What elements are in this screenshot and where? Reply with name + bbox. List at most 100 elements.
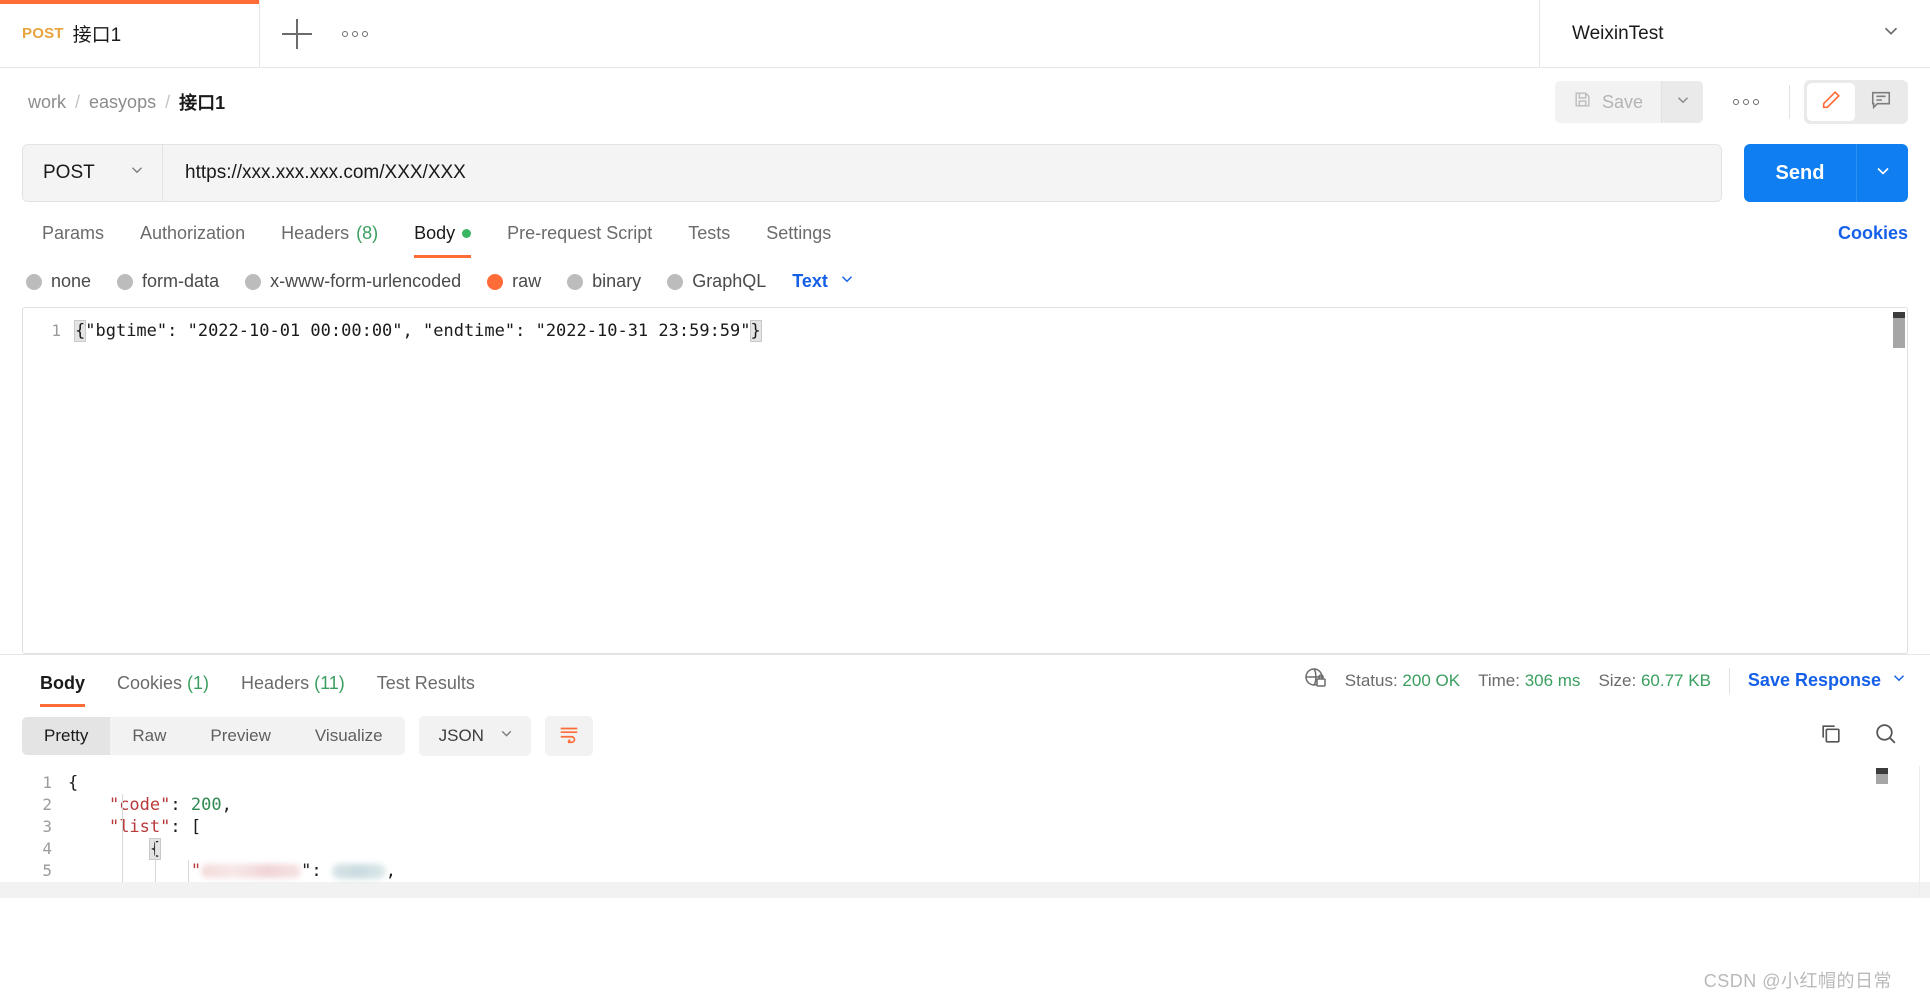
json-key: "code" [108,795,171,815]
tab-body[interactable]: Body [396,223,489,258]
tab-settings[interactable]: Settings [748,223,849,258]
body-type-label: GraphQL [692,271,767,291]
send-button[interactable]: Send [1744,144,1856,202]
globe-lock-icon[interactable] [1303,666,1327,695]
status-value: 200 OK [1402,670,1461,690]
raw-format-select[interactable]: Text [792,270,856,293]
request-tab-title: 接口1 [72,25,122,46]
view-mode-pretty[interactable]: Pretty [22,717,111,755]
breadcrumb-item-easyops[interactable]: easyops [89,92,156,113]
response-scrollbar[interactable] [1876,768,1888,896]
watermark: CSDN @小红帽的日常 [1703,971,1892,991]
divider [1728,667,1730,694]
code-text: "code": 200, [68,794,232,816]
cookies-link[interactable]: Cookies [1838,223,1908,258]
radio-icon [26,273,42,290]
response-line: 3 "list": [ [0,816,1930,838]
redacted-value [331,863,386,879]
body-type-graphql[interactable]: GraphQL [667,271,766,292]
tab-params[interactable]: Params [24,223,122,258]
http-method-select[interactable]: POST [23,145,163,201]
word-wrap-button[interactable] [544,716,593,756]
request-body-editor[interactable]: 1 {"bgtime": "2022-10-01 00:00:00", "end… [22,307,1908,654]
body-json-content: "bgtime": "2022-10-01 00:00:00", "endtim… [85,321,751,341]
scrollbar-thumb[interactable] [1876,774,1888,784]
tab-label: Settings [766,223,832,243]
highlighted-row [0,882,1930,898]
breadcrumb-item-work[interactable]: work [28,92,66,113]
save-button[interactable]: Save [1554,81,1661,123]
line-number: 3 [42,817,52,836]
search-icon[interactable] [1873,721,1898,751]
body-type-binary[interactable]: binary [567,271,641,292]
radio-icon [117,273,134,290]
json-quote: " [190,861,202,881]
json-number: 200 [190,795,222,815]
copy-icon[interactable] [1818,721,1843,751]
line-number: 1 [42,773,52,792]
response-tab-body[interactable]: Body [24,673,101,707]
response-tab-cookies[interactable]: Cookies (1) [101,673,225,707]
divider [1919,766,1920,898]
body-type-none[interactable]: none [26,271,91,292]
size-label: Size: [1598,670,1637,690]
json-colon: ": [301,861,332,881]
view-mode-raw[interactable]: Raw [110,717,188,755]
code-text: { [68,838,162,860]
response-tab-headers[interactable]: Headers (11) [225,673,361,707]
request-tabs: Params Authorization Headers (8) Body Pr… [0,210,1930,258]
save-response-button[interactable]: Save Response [1748,669,1908,692]
tab-strip-actions [260,0,1540,67]
response-format-select[interactable]: JSON [418,716,531,756]
tab-label: Params [42,223,105,243]
ellipsis-icon[interactable] [342,30,368,37]
environment-selector[interactable]: WeixinTest [1540,0,1930,67]
save-button-label: Save [1601,91,1643,112]
view-mode-group [1804,80,1908,124]
request-tab-1[interactable]: POST 接口1 [0,0,260,67]
tab-tests[interactable]: Tests [670,223,748,258]
response-tab-label: Headers [241,672,310,693]
view-mode-preview[interactable]: Preview [188,717,292,755]
save-group: Save [1554,81,1703,123]
body-type-urlencoded[interactable]: x-www-form-urlencoded [245,271,461,292]
tab-authorization[interactable]: Authorization [122,223,263,258]
chevron-down-icon [1890,669,1908,692]
body-type-row: none form-data x-www-form-urlencoded raw… [0,258,1930,307]
breadcrumb: work / easyops / 接口1 [28,89,225,115]
breadcrumb-separator: / [75,91,81,112]
code-text: { [68,773,79,793]
time-group: Time: 306 ms [1478,671,1580,691]
chevron-down-icon [1674,91,1692,114]
save-response-label: Save Response [1747,670,1881,690]
body-type-label: form-data [142,271,220,291]
response-tab-count: (11) [314,672,345,693]
tab-headers[interactable]: Headers (8) [263,223,396,258]
view-mode-visualize[interactable]: Visualize [293,717,405,755]
save-dropdown-button[interactable] [1661,81,1703,123]
time-label: Time: [1478,670,1520,690]
response-line-redacted: 5 " ": , [0,860,1930,882]
tab-pre-request-script[interactable]: Pre-request Script [489,223,670,258]
url-input[interactable] [163,145,1721,201]
response-tab-count: (1) [187,672,210,693]
response-toolbar-right [1818,721,1908,751]
comment-button[interactable] [1857,83,1905,121]
radio-icon-selected [487,273,504,290]
scrollbar-thumb[interactable] [1893,318,1905,348]
send-dropdown-button[interactable] [1856,144,1908,202]
json-comma: , [221,795,232,815]
response-tab-test-results[interactable]: Test Results [361,673,491,707]
edit-mode-button[interactable] [1807,83,1855,121]
plus-icon[interactable] [282,18,312,49]
body-type-raw[interactable]: raw [487,271,541,292]
editor-content: 1 {"bgtime": "2022-10-01 00:00:00", "end… [23,308,1907,344]
response-tabs: Body Cookies (1) Headers (11) Test Resul… [24,655,491,707]
response-body-viewer[interactable]: 1 { 2 "code": 200, 3 "list": [ 4 { 5 " ":… [0,766,1930,898]
body-type-form-data[interactable]: form-data [117,271,219,292]
breadcrumb-current[interactable]: 接口1 [179,89,225,115]
floppy-disk-icon [1573,90,1592,114]
header-more-button[interactable] [1717,99,1775,105]
body-type-label: x-www-form-urlencoded [270,271,462,291]
editor-scrollbar[interactable] [1893,312,1905,653]
